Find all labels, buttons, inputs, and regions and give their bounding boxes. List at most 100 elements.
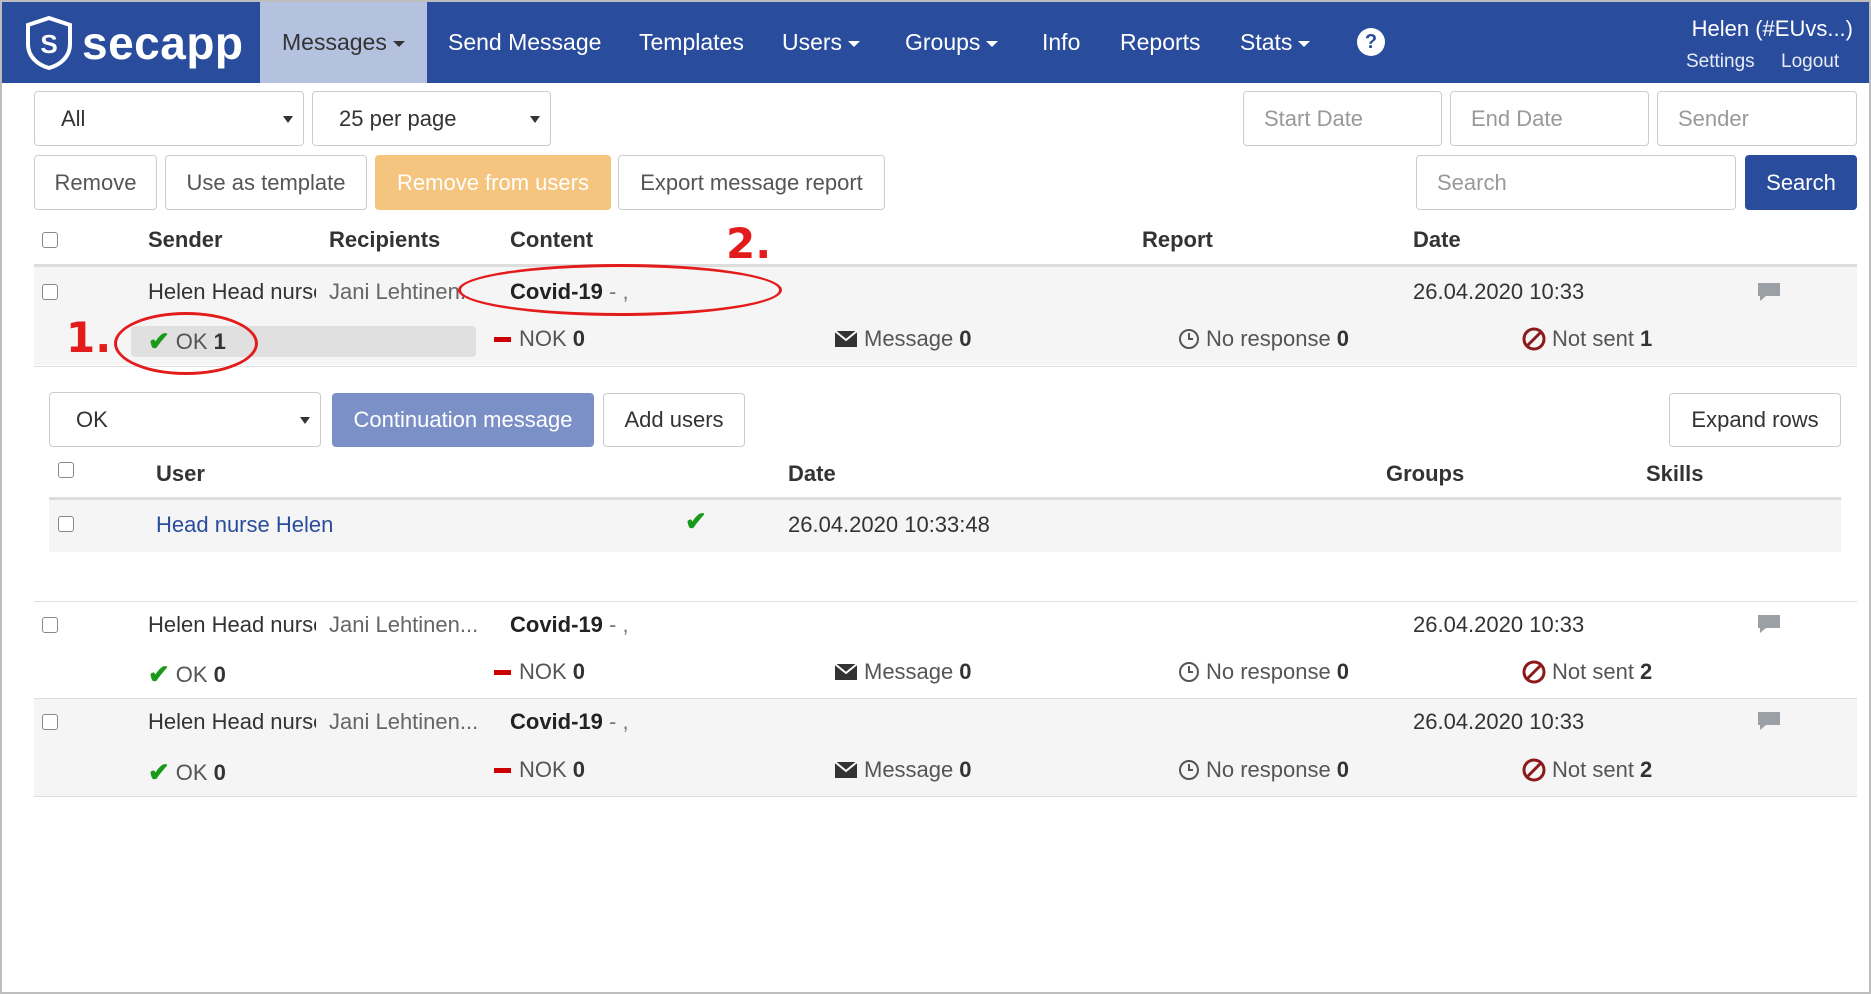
envelope-icon xyxy=(834,663,858,680)
comment-icon[interactable] xyxy=(1756,281,1782,303)
stat-nok[interactable]: NOK 0 xyxy=(494,659,585,685)
minus-icon xyxy=(494,336,511,342)
response-filter-select[interactable]: OK xyxy=(49,392,321,447)
nav-messages[interactable]: Messages xyxy=(260,2,427,83)
row-recipients: Jani Lehtinen... xyxy=(329,612,479,637)
svg-text:S: S xyxy=(40,29,57,59)
stat-ok[interactable]: ✔ OK 0 xyxy=(148,659,226,690)
dropdown-arrow-icon xyxy=(530,115,540,123)
nav-groups[interactable]: Groups xyxy=(905,2,999,83)
help-icon[interactable]: ? xyxy=(1357,28,1385,56)
row-date: 26.04.2020 10:33 xyxy=(1413,279,1585,304)
end-date-input[interactable]: End Date xyxy=(1450,91,1649,146)
brand-logo[interactable]: S secapp xyxy=(24,16,244,70)
stat-not-sent[interactable]: Not sent 2 xyxy=(1522,659,1652,685)
nav-stats[interactable]: Stats xyxy=(1240,2,1311,83)
annotation-ellipse-ok xyxy=(114,312,258,375)
row-divider xyxy=(34,601,1857,602)
continuation-message-button[interactable]: Continuation message xyxy=(332,393,594,447)
row-sender: Helen Head nurse xyxy=(148,709,316,734)
dropdown-arrow-icon xyxy=(283,115,293,123)
detail-row-checkbox[interactable] xyxy=(58,516,74,532)
detail-header-groups[interactable]: Groups xyxy=(1386,461,1464,487)
check-icon: ✔ xyxy=(148,757,170,787)
detail-select-all-checkbox[interactable] xyxy=(58,462,74,478)
stat-message[interactable]: Message 0 xyxy=(834,757,972,783)
row-checkbox[interactable] xyxy=(42,284,58,300)
select-all-checkbox[interactable] xyxy=(42,232,58,248)
start-date-input[interactable]: Start Date xyxy=(1243,91,1442,146)
stat-message[interactable]: Message 0 xyxy=(834,659,972,685)
stat-nok[interactable]: NOK 0 xyxy=(494,757,585,783)
minus-icon xyxy=(494,669,511,675)
export-message-report-button[interactable]: Export message report xyxy=(618,155,885,210)
column-header-date[interactable]: Date xyxy=(1413,227,1461,253)
nav-send-message[interactable]: Send Message xyxy=(448,2,601,83)
top-navbar: S secapp Messages Send Message Templates… xyxy=(2,2,1869,83)
annotation-number-2: 2. xyxy=(726,219,772,268)
detail-header-date[interactable]: Date xyxy=(788,461,836,487)
nav-templates[interactable]: Templates xyxy=(639,2,744,83)
envelope-icon xyxy=(834,761,858,778)
comment-icon[interactable] xyxy=(1756,710,1782,732)
message-type-select[interactable]: All xyxy=(34,91,304,146)
remove-button[interactable]: Remove xyxy=(34,155,157,210)
remove-from-users-button[interactable]: Remove from users xyxy=(375,155,611,210)
row-content: Covid-19 - , xyxy=(510,709,629,734)
clock-icon xyxy=(1179,329,1199,349)
expand-rows-button[interactable]: Expand rows xyxy=(1669,393,1841,447)
chevron-down-icon xyxy=(848,40,861,47)
logout-link[interactable]: Logout xyxy=(1781,51,1839,73)
stat-not-sent[interactable]: Not sent 2 xyxy=(1522,757,1652,783)
row-divider xyxy=(34,796,1857,797)
stat-not-sent[interactable]: Not sent 1 xyxy=(1522,326,1652,352)
column-header-report[interactable]: Report xyxy=(1142,227,1213,253)
current-user[interactable]: Helen (#EUvs...) xyxy=(1692,16,1853,42)
stat-message[interactable]: Message 0 xyxy=(834,326,972,352)
per-page-select[interactable]: 25 per page xyxy=(312,91,551,146)
stat-ok[interactable]: ✔ OK 0 xyxy=(148,757,226,788)
use-as-template-button[interactable]: Use as template xyxy=(165,155,367,210)
add-users-button[interactable]: Add users xyxy=(603,393,745,447)
chevron-down-icon xyxy=(986,40,999,47)
row-checkbox[interactable] xyxy=(42,617,58,633)
ban-icon xyxy=(1522,758,1546,782)
nav-reports[interactable]: Reports xyxy=(1120,2,1201,83)
detail-user-link[interactable]: Head nurse Helen xyxy=(156,512,333,538)
detail-header-user[interactable]: User xyxy=(156,461,205,487)
settings-link[interactable]: Settings xyxy=(1686,51,1755,73)
sender-input[interactable]: Sender xyxy=(1657,91,1857,146)
nav-users[interactable]: Users xyxy=(782,2,861,83)
detail-header-skills[interactable]: Skills xyxy=(1646,461,1703,487)
chevron-down-icon xyxy=(1298,40,1311,47)
column-header-recipients[interactable]: Recipients xyxy=(329,227,440,253)
row-sender: Helen Head nurse xyxy=(148,612,316,637)
row-date: 26.04.2020 10:33 xyxy=(1413,709,1585,734)
ban-icon xyxy=(1522,327,1546,351)
annotation-ellipse-content xyxy=(458,264,782,316)
brand-name: secapp xyxy=(82,17,244,69)
stat-no-response[interactable]: No response 0 xyxy=(1178,659,1349,685)
chevron-down-icon xyxy=(392,40,405,47)
search-button[interactable]: Search xyxy=(1745,155,1857,210)
stat-no-response[interactable]: No response 0 xyxy=(1178,757,1349,783)
nav-info[interactable]: Info xyxy=(1042,2,1080,83)
stat-nok[interactable]: NOK 0 xyxy=(494,326,585,352)
row-date: 26.04.2020 10:33 xyxy=(1413,612,1585,637)
shield-logo-icon: S xyxy=(26,16,72,70)
row-checkbox[interactable] xyxy=(42,714,58,730)
annotation-number-1: 1. xyxy=(66,313,112,362)
column-header-sender[interactable]: Sender xyxy=(148,227,223,253)
column-header-content[interactable]: Content xyxy=(510,227,593,253)
row-content: Covid-19 - , xyxy=(510,612,629,637)
check-icon: ✔ xyxy=(148,659,170,689)
stat-no-response[interactable]: No response 0 xyxy=(1178,326,1349,352)
search-input[interactable]: Search xyxy=(1416,155,1736,210)
row-sender: Helen Head nurse xyxy=(148,279,316,304)
comment-icon[interactable] xyxy=(1756,613,1782,635)
check-icon: ✔ xyxy=(685,506,707,536)
clock-icon xyxy=(1179,662,1199,682)
row-recipients: Jani Lehtinen... xyxy=(329,709,479,734)
row-divider xyxy=(34,366,1857,367)
envelope-icon xyxy=(834,330,858,347)
